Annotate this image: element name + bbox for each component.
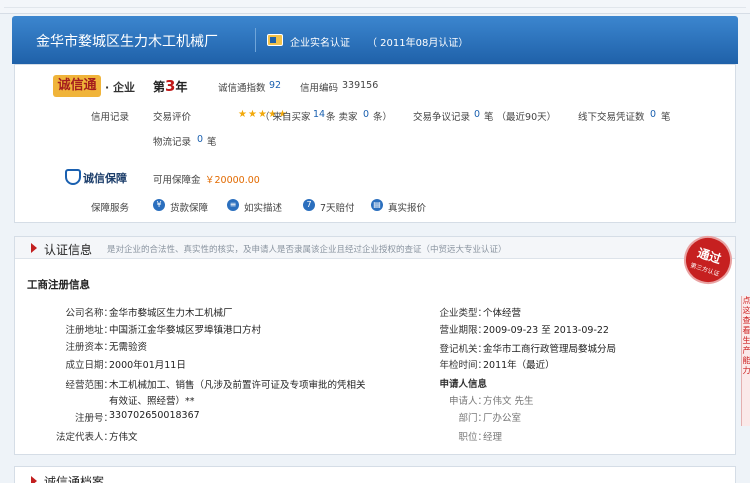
field-label: 法定代表人： [55, 432, 113, 443]
logo-mark: 诚信通 [53, 75, 101, 97]
production-capacity-ribbon[interactable]: 点这查看生产能力 [741, 296, 750, 426]
field-value: 厂办公室 [483, 413, 522, 424]
star-icon: ★ [248, 109, 257, 120]
cert-label[interactable]: 企业实名认证 [290, 34, 350, 49]
certification-note: 是对企业的合法性、真实性的核实，及申请人是否隶属该企业且经过企业授权的查证（中贸… [107, 245, 507, 255]
next-section-card: 诚信通档案 [14, 466, 736, 483]
field-label: 注册号： [74, 413, 113, 424]
applicant-title: 申请人信息 [439, 379, 487, 390]
field-label: 年检时间： [439, 360, 487, 371]
company-header: 金华市婺城区生力木工机械厂 企业实名认证 （ 2011年08月认证） [12, 16, 738, 64]
doc-icon: ≡ [227, 199, 239, 211]
service-item[interactable]: 真实报价 [388, 200, 426, 214]
field-value: 经理 [483, 432, 503, 443]
field-value: 2011年（最近） [483, 360, 555, 371]
membership-year: 第3年 [153, 77, 188, 95]
offline-value[interactable]: 0 [650, 109, 656, 120]
from-buyer-unit: 条 卖家 [326, 112, 358, 123]
from-buyer-label: （ 来自买家 [260, 112, 311, 123]
top-bar [0, 0, 750, 14]
field-label: 营业期限： [439, 325, 487, 336]
guarantee-title: 诚信保障 [83, 172, 127, 185]
logo-sub: · 企业 [105, 81, 136, 94]
star-icon: ★ [238, 109, 247, 120]
index-value[interactable]: 92 [269, 80, 281, 91]
company-name[interactable]: 金华市婺城区生力木工机械厂 [36, 31, 218, 51]
certification-card: 认证信息 是对企业的合法性、真实性的核实，及申请人是否隶属该企业且经过企业授权的… [14, 236, 736, 455]
certification-icon [267, 34, 283, 46]
field-label: 登记机关： [439, 344, 487, 355]
field-label: 成立日期： [65, 360, 113, 371]
code-label: 信用编码 [300, 83, 339, 94]
certification-title: 认证信息 [44, 243, 93, 257]
dispute-label: 交易争议记录 [413, 112, 471, 123]
field-value: 金华市工商行政管理局婺城分局 [483, 344, 617, 355]
deposit-label: 可用保障金 [153, 175, 201, 186]
dispute-value[interactable]: 0 [474, 109, 480, 120]
field-label: 注册地址： [65, 325, 113, 336]
yen-icon: ¥ [153, 199, 165, 211]
service-label: 保障服务 [91, 203, 130, 214]
shield-icon [65, 169, 81, 185]
field-label: 注册资本： [65, 342, 113, 353]
credit-card: 诚信通 · 企业 第3年 诚信通指数 92 信用编码 339156 信用记录 交… [14, 64, 736, 223]
header-divider [255, 28, 256, 52]
field-label: 经营范围： [65, 380, 113, 391]
offline-label: 线下交易凭证数 [578, 112, 645, 123]
logistics-value[interactable]: 0 [197, 134, 203, 145]
deposit-value: ￥20000.00 [205, 175, 260, 186]
code-value: 339156 [342, 80, 379, 91]
seven-icon: 7 [303, 199, 315, 211]
top-divider [4, 2, 746, 8]
dispute-unit: 笔 （最近90天） [484, 112, 557, 123]
year-number: 3 [165, 77, 176, 95]
field-value: 2000年01月11日 [109, 360, 186, 371]
field-value: 有效证、照经营）** [109, 396, 195, 407]
certification-header: 认证信息 是对企业的合法性、真实性的核实，及申请人是否隶属该企业且经过企业授权的… [15, 237, 735, 259]
field-label: 申请人： [448, 396, 487, 407]
from-buyer-value[interactable]: 14 [313, 109, 325, 120]
seller-value[interactable]: 0 [363, 109, 369, 120]
price-icon: ▤ [371, 199, 383, 211]
record-label: 信用记录 [91, 112, 130, 123]
field-value: 2009-09-23 至 2013-09-22 [483, 325, 609, 336]
arrow-icon [31, 476, 37, 483]
logistics-label: 物流记录 [153, 137, 192, 148]
seller-unit: 条） [373, 112, 393, 123]
field-value: 330702650018367 [109, 410, 200, 421]
field-value: 中国浙江金华婺城区罗埠镇港口方村 [109, 325, 262, 336]
field-value: 无需验资 [109, 342, 148, 353]
field-value: 金华市婺城区生力木工机械厂 [109, 308, 233, 319]
field-value: 方伟文 先生 [483, 396, 534, 407]
service-item[interactable]: 7天赔付 [320, 200, 355, 214]
trade-eval-label: 交易评价 [153, 112, 192, 123]
offline-unit: 笔 [661, 112, 671, 123]
field-label: 公司名称： [65, 308, 113, 319]
service-item[interactable]: 如实描述 [244, 200, 282, 214]
field-label: 企业类型： [439, 308, 487, 319]
ribbon-text: 点这查看生产能力 [742, 296, 750, 375]
chengxintong-logo[interactable]: 诚信通 · 企业 [53, 75, 143, 97]
field-value: 木工机械加工、销售（凡涉及前置许可证及专项审批的凭相关 [109, 380, 366, 391]
next-section-title: 诚信通档案 [44, 475, 105, 483]
cert-date: （ 2011年08月认证） [367, 38, 469, 49]
field-value: 个体经营 [483, 308, 522, 319]
arrow-icon [31, 243, 37, 253]
index-label: 诚信通指数 [218, 83, 266, 94]
service-item[interactable]: 货款保障 [170, 200, 208, 214]
business-registration-title: 工商注册信息 [27, 279, 90, 291]
logistics-unit: 笔 [207, 137, 217, 148]
field-value: 方伟文 [109, 432, 138, 443]
